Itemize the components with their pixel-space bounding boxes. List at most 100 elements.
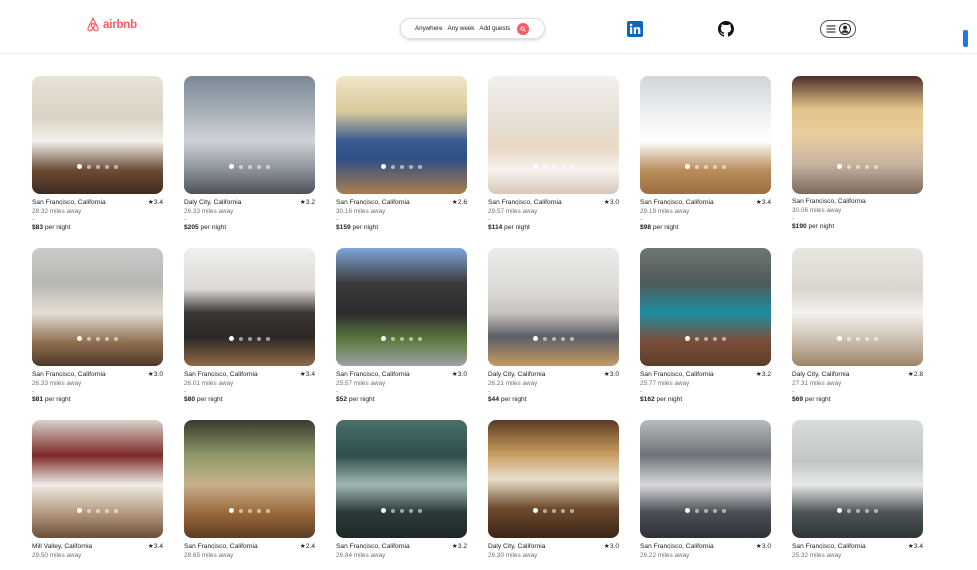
listing-card[interactable]: San Francisco, California ★2.6 30.16 miles… (336, 76, 467, 248)
carousel-dot[interactable] (722, 164, 726, 169)
carousel-dot[interactable] (248, 336, 252, 341)
listing-card[interactable]: Mill Valley, California ★3.4 29.50 miles a… (32, 420, 163, 570)
carousel-dot[interactable] (713, 508, 717, 513)
carousel-dot[interactable] (266, 336, 270, 341)
carousel-dot[interactable] (543, 508, 547, 513)
carousel-dot[interactable] (713, 336, 717, 341)
carousel-dot[interactable] (695, 336, 699, 341)
carousel-dot[interactable] (837, 508, 842, 513)
carousel-dot[interactable] (552, 508, 556, 513)
carousel-dot[interactable] (704, 164, 708, 169)
carousel-dot[interactable] (87, 508, 91, 513)
listing-card[interactable]: Daly City, California ★3.0 26.30 miles awa… (488, 420, 619, 570)
carousel-dot[interactable] (87, 164, 91, 169)
listing-photo[interactable] (488, 76, 619, 194)
carousel-dot[interactable] (685, 508, 690, 513)
github-icon[interactable] (718, 21, 734, 37)
listing-photo[interactable] (184, 76, 315, 194)
carousel-dot[interactable] (704, 508, 708, 513)
listing-card[interactable]: San Francisco, California ★3.0 26.22 miles… (640, 420, 771, 570)
carousel-dot[interactable] (257, 508, 261, 513)
carousel-dot[interactable] (570, 508, 574, 513)
carousel-dot[interactable] (266, 164, 270, 169)
carousel-dot[interactable] (77, 164, 82, 169)
listing-photo[interactable] (32, 76, 163, 194)
carousel-dot[interactable] (391, 508, 395, 513)
listing-photo[interactable] (488, 420, 619, 538)
carousel-dot[interactable] (239, 508, 243, 513)
listing-photo[interactable] (336, 76, 467, 194)
listing-photo[interactable] (184, 420, 315, 538)
listing-card[interactable]: San Francisco, California ★2.4 28.65 miles… (184, 420, 315, 570)
carousel-dot[interactable] (874, 164, 878, 169)
search-add-guests[interactable]: Add guests (479, 25, 510, 32)
carousel-dot[interactable] (400, 164, 404, 169)
carousel-dot[interactable] (856, 508, 860, 513)
listing-card[interactable]: San Francisco, California ★3.0 26.33 miles… (32, 248, 163, 420)
carousel-dot[interactable] (409, 508, 413, 513)
carousel-dot[interactable] (409, 164, 413, 169)
listing-card[interactable]: San Francisco, California ★3.4 28.32 miles… (32, 76, 163, 248)
carousel-dot[interactable] (865, 164, 869, 169)
carousel-dot[interactable] (561, 336, 565, 341)
carousel-dot[interactable] (96, 164, 100, 169)
listing-photo[interactable] (640, 248, 771, 366)
carousel-dot[interactable] (381, 508, 386, 513)
carousel-dot[interactable] (695, 164, 699, 169)
carousel-dot[interactable] (400, 508, 404, 513)
listing-card[interactable]: Daly City, California ★3.2 26.33 miles awa… (184, 76, 315, 248)
carousel-dot[interactable] (533, 164, 538, 169)
carousel-dot[interactable] (114, 508, 118, 513)
carousel-dot[interactable] (229, 336, 234, 341)
carousel-dot[interactable] (96, 508, 100, 513)
listing-card[interactable]: San Francisco, California ★3.4 26.01 miles… (184, 248, 315, 420)
carousel-dot[interactable] (418, 508, 422, 513)
carousel-dot[interactable] (229, 508, 234, 513)
carousel-dot[interactable] (874, 336, 878, 341)
listing-photo[interactable] (32, 420, 163, 538)
listing-photo[interactable] (184, 248, 315, 366)
listing-card[interactable]: San Francisco, California ★3.2 25.77 miles… (640, 248, 771, 420)
carousel-dot[interactable] (391, 336, 395, 341)
listing-photo[interactable] (792, 248, 923, 366)
carousel-dot[interactable] (77, 336, 82, 341)
carousel-dot[interactable] (713, 164, 717, 169)
carousel-dot[interactable] (552, 164, 556, 169)
carousel-dot[interactable] (533, 336, 538, 341)
carousel-dot[interactable] (409, 336, 413, 341)
listing-photo[interactable] (792, 76, 923, 194)
carousel-dot[interactable] (837, 164, 842, 169)
listing-card[interactable]: San Francisco, California ★3.4 29.19 miles… (640, 76, 771, 248)
carousel-dot[interactable] (105, 164, 109, 169)
carousel-dot[interactable] (418, 164, 422, 169)
linkedin-icon[interactable] (627, 21, 643, 37)
carousel-dot[interactable] (114, 336, 118, 341)
carousel-dot[interactable] (266, 508, 270, 513)
carousel-dot[interactable] (570, 164, 574, 169)
carousel-dot[interactable] (561, 164, 565, 169)
listing-card[interactable]: San Francisco, California ★3.4 25.32 miles… (792, 420, 923, 570)
listing-photo[interactable] (640, 420, 771, 538)
carousel-dot[interactable] (847, 336, 851, 341)
carousel-dot[interactable] (114, 164, 118, 169)
carousel-dot[interactable] (533, 508, 538, 513)
listing-card[interactable]: Daly City, California ★2.8 27.31 miles awa… (792, 248, 923, 420)
carousel-dot[interactable] (248, 164, 252, 169)
carousel-dot[interactable] (77, 508, 82, 513)
carousel-dot[interactable] (381, 336, 386, 341)
listing-card[interactable]: San Francisco, California ★3.2 26.84 miles… (336, 420, 467, 570)
listing-card[interactable]: San Francisco, California 30.06 miles awa… (792, 76, 923, 248)
carousel-dot[interactable] (695, 508, 699, 513)
listing-photo[interactable] (32, 248, 163, 366)
carousel-dot[interactable] (87, 336, 91, 341)
carousel-dot[interactable] (248, 508, 252, 513)
user-menu-button[interactable] (820, 20, 856, 38)
search-bar[interactable]: Anywhere Any week Add guests (400, 18, 545, 39)
carousel-dot[interactable] (229, 164, 234, 169)
carousel-dot[interactable] (418, 336, 422, 341)
carousel-dot[interactable] (685, 164, 690, 169)
search-any-week[interactable]: Any week (448, 25, 475, 32)
carousel-dot[interactable] (257, 336, 261, 341)
carousel-dot[interactable] (105, 508, 109, 513)
carousel-dot[interactable] (847, 164, 851, 169)
